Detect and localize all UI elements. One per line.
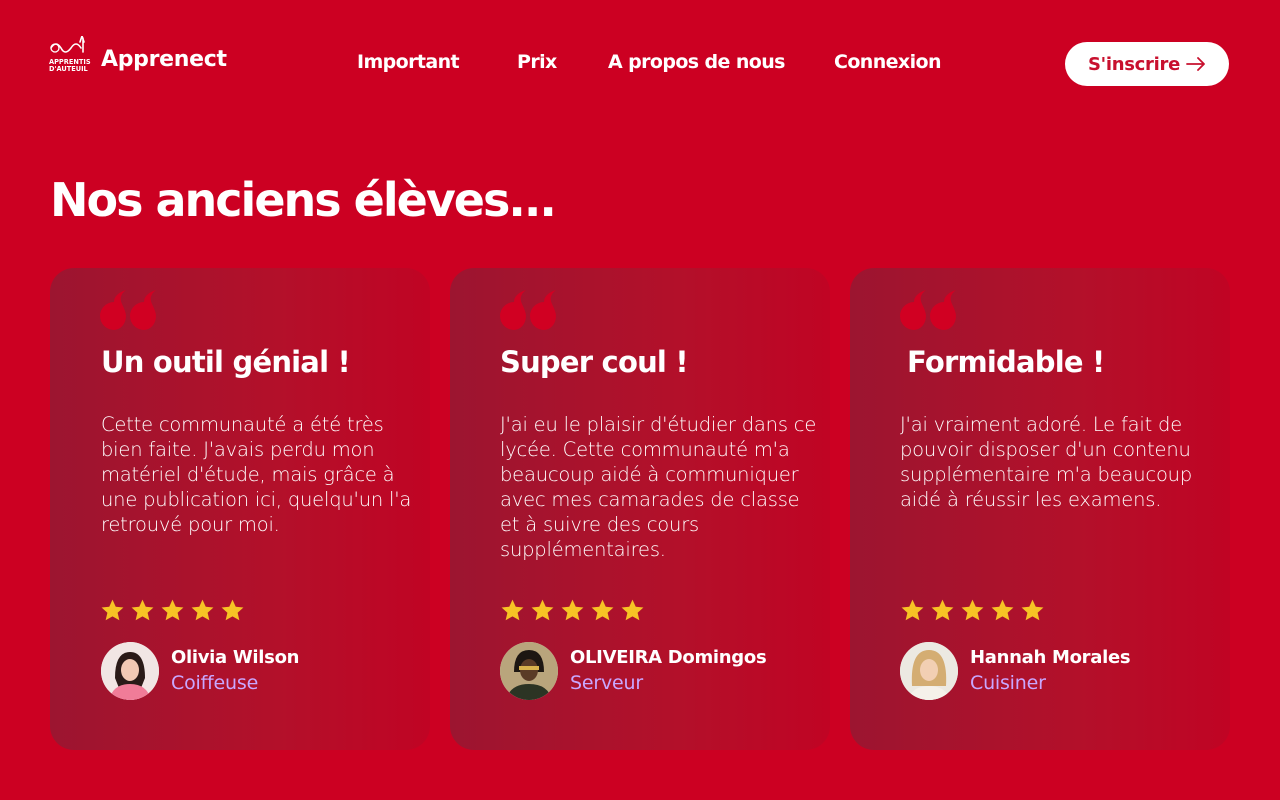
star-icon — [161, 599, 184, 621]
testimonials-page: APPRENTIS D'AUTEUIL Apprenect Important … — [0, 0, 1280, 800]
star-icon — [1021, 599, 1044, 621]
author-role: Serveur — [570, 672, 643, 694]
star-icon — [931, 599, 954, 621]
author-name: OLIVEIRA Domingos — [570, 647, 767, 668]
star-icon — [531, 599, 554, 621]
avatar — [900, 642, 958, 700]
star-icon — [991, 599, 1014, 621]
star-icon — [101, 599, 124, 621]
svg-text:D'AUTEUIL: D'AUTEUIL — [49, 65, 89, 73]
testimonial-text: Cette communauté a été très bien faite. … — [101, 413, 412, 536]
nav-login[interactable]: Connexion — [834, 51, 941, 73]
apprentis-dauteuil-logo[interactable]: APPRENTIS D'AUTEUIL — [47, 36, 91, 76]
testimonial-card: Formidable ! J'ai vraiment adoré. Le fai… — [850, 268, 1230, 750]
rating-stars — [500, 598, 645, 623]
brand-name[interactable]: Apprenect — [101, 47, 227, 72]
signup-label: S'inscrire — [1088, 53, 1180, 75]
rating-stars — [100, 598, 245, 623]
star-icon — [561, 599, 584, 621]
author-name: Olivia Wilson — [171, 647, 300, 668]
quote-icon — [100, 290, 156, 330]
avatar — [500, 642, 558, 700]
author-role: Cuisiner — [970, 672, 1046, 694]
testimonial-text: J'ai vraiment adoré. Le fait de pouvoir … — [900, 413, 1193, 511]
quote-icon — [900, 290, 956, 330]
star-icon — [901, 599, 924, 621]
testimonial-title: Un outil génial ! — [101, 345, 351, 379]
rating-stars — [900, 598, 1045, 623]
author-role: Coiffeuse — [171, 672, 259, 694]
quote-icon — [500, 290, 556, 330]
star-icon — [961, 599, 984, 621]
testimonial-text: J'ai eu le plaisir d'étudier dans ce lyc… — [500, 413, 817, 561]
testimonial-title: Super coul ! — [500, 345, 689, 379]
star-icon — [621, 599, 644, 621]
star-icon — [131, 599, 154, 621]
header: APPRENTIS D'AUTEUIL Apprenect Important … — [0, 0, 1280, 126]
testimonial-card: Super coul ! J'ai eu le plaisir d'étudie… — [450, 268, 830, 750]
star-icon — [501, 599, 524, 621]
avatar — [101, 642, 159, 700]
testimonial-card: Un outil génial ! Cette communauté a été… — [50, 268, 430, 750]
nav-important[interactable]: Important — [357, 51, 460, 73]
nav-prix[interactable]: Prix — [517, 51, 557, 73]
star-icon — [591, 599, 614, 621]
page-title: Nos anciens élèves... — [50, 173, 557, 227]
star-icon — [221, 599, 244, 621]
author-name: Hannah Morales — [970, 647, 1131, 668]
arrow-right-icon — [1186, 57, 1205, 71]
signup-button[interactable]: S'inscrire — [1065, 42, 1229, 86]
nav-about[interactable]: A propos de nous — [608, 51, 785, 73]
star-icon — [191, 599, 214, 621]
testimonial-title: Formidable ! — [907, 345, 1105, 379]
